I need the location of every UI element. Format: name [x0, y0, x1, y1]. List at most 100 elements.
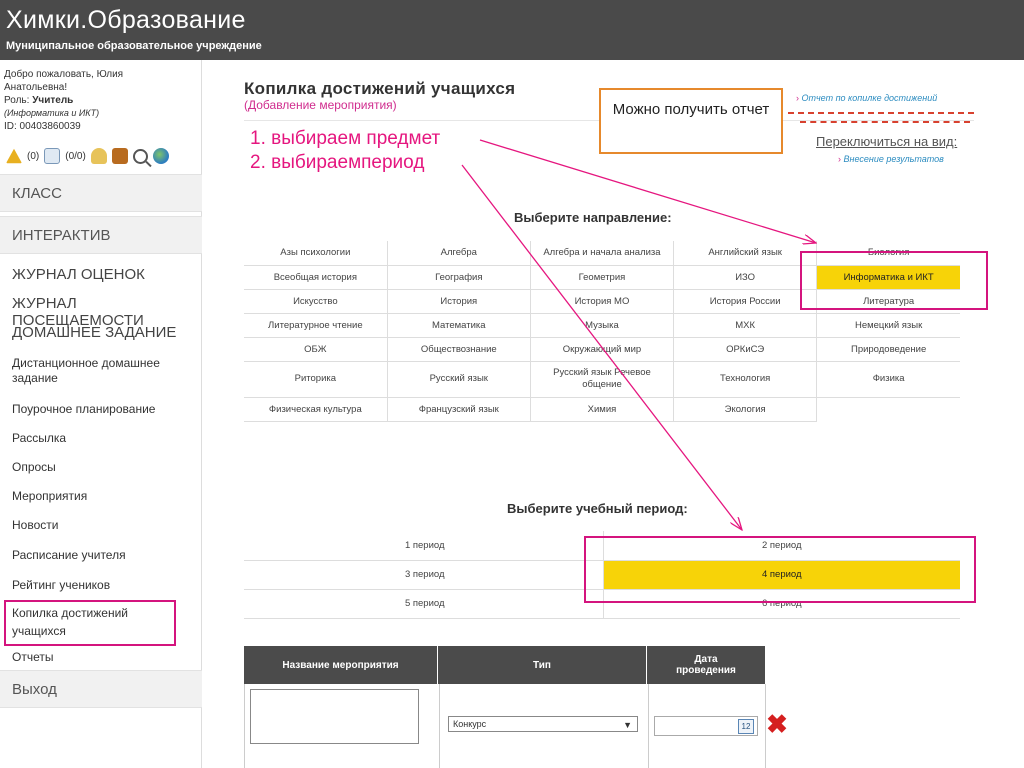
subject-option[interactable]: Азы психологии	[244, 241, 388, 266]
subjects-row: ОБЖ Обществознание Окружающий мир ОРКиСЭ При…	[244, 337, 960, 362]
subject-option[interactable]: История МО	[530, 289, 675, 314]
subject-option[interactable]: Природоведение	[816, 337, 960, 362]
menu-teacher-schedule[interactable]: Расписание учителя	[12, 548, 126, 562]
warning-icon[interactable]	[6, 148, 22, 164]
col-event-date: Дата проведения	[647, 646, 766, 684]
period-option[interactable]: 5 период	[244, 589, 604, 619]
instruction-steps: 1. выбираем предмет 2. выбираемпериод	[250, 127, 440, 175]
event-type-select[interactable]: Конкурс ▼	[448, 716, 638, 732]
subject-option[interactable]: Математика	[387, 313, 531, 338]
subject-highlight-frame	[800, 251, 988, 310]
dropdown-arrow-icon: ▼	[623, 720, 632, 730]
subject-option[interactable]: Литературное чтение	[244, 313, 388, 338]
briefcase-icon[interactable]	[111, 148, 128, 164]
menu-reports[interactable]: Отчеты	[12, 650, 53, 664]
search-icon[interactable]	[132, 148, 148, 164]
site-title[interactable]: Химки.Образование	[6, 6, 246, 35]
event-form-header: Название мероприятия Тип Дата проведения	[244, 646, 766, 684]
subjects-row: Литературное чтение Математика Музыка МХК Не…	[244, 313, 960, 338]
subject-option[interactable]: Алгебра	[387, 241, 531, 266]
subject-option[interactable]: Обществознание	[387, 337, 531, 362]
callout-dash-1	[788, 112, 974, 114]
mail-count: (0/0)	[65, 150, 86, 162]
menu-logout[interactable]: Выход	[0, 670, 202, 708]
menu-polls[interactable]: Опросы	[12, 460, 56, 474]
menu-class[interactable]: КЛАСС	[0, 174, 202, 212]
site-subtitle: Муниципальное образовательное учреждение	[6, 40, 262, 52]
report-callout: Можно получить отчет	[599, 88, 783, 154]
report-link[interactable]: › Отчет по копилке достижений	[796, 93, 937, 103]
role-line: Роль: Учитель	[4, 94, 194, 107]
subject-option[interactable]: Французский язык	[387, 397, 531, 422]
col-event-type: Тип	[438, 646, 647, 684]
user-info: Добро пожаловать, Юлия Анатольевна! Роль…	[4, 68, 194, 133]
role-label: Роль:	[4, 95, 30, 106]
mail-icon[interactable]	[44, 148, 61, 164]
globe-icon[interactable]	[152, 148, 169, 164]
page: Химки.Образование Муниципальное образова…	[0, 0, 1024, 768]
menu-student-rating[interactable]: Рейтинг учеников	[12, 578, 110, 592]
subject-option[interactable]: Окружающий мир	[530, 337, 675, 362]
subjects-row: Физическая культура Французский язык Химия…	[244, 397, 960, 422]
subject-option[interactable]: Всеобщая история	[244, 265, 388, 290]
event-type-value: Конкурс	[453, 719, 487, 729]
menu-lesson-planning[interactable]: Поурочное планирование	[12, 402, 155, 416]
subject-option[interactable]: История России	[673, 289, 818, 314]
enter-results-link[interactable]: › Внесение результатов	[838, 154, 944, 164]
subject-option[interactable]: ОБЖ	[244, 337, 388, 362]
user-id: ID: 00403860039	[4, 121, 81, 132]
icon-toolbar: (0) (0/0)	[6, 146, 169, 166]
teacher-icon[interactable]	[90, 148, 107, 164]
subjects-row: Риторика Русский язык Русский язык Речевое…	[244, 361, 960, 398]
subject-option[interactable]: ОРКиСЭ	[673, 337, 818, 362]
menu-events[interactable]: Мероприятия	[12, 489, 87, 503]
event-name-input[interactable]	[250, 689, 419, 744]
subjects-heading: Выберите направление:	[514, 210, 672, 225]
subject-option[interactable]: Риторика	[244, 361, 388, 398]
subject-option[interactable]: Музыка	[530, 313, 675, 338]
step-2: 2. выбираемпериод	[250, 152, 425, 173]
subject-option[interactable]: Алгебра и начала анализа	[530, 241, 675, 266]
subject-option[interactable]: Геометрия	[530, 265, 675, 290]
menu-news[interactable]: Новости	[12, 518, 58, 532]
menu-remote-homework[interactable]: Дистанционное домашнее задание	[12, 356, 188, 386]
top-header: Химки.Образование Муниципальное образова…	[0, 0, 1024, 60]
subject-option[interactable]: География	[387, 265, 531, 290]
callout-dash-2	[800, 121, 970, 123]
col-event-name: Название мероприятия	[244, 646, 438, 684]
form-divider	[439, 684, 440, 768]
menu-homework[interactable]: ДОМАШНЕЕ ЗАДАНИЕ	[12, 324, 176, 341]
delete-icon[interactable]: ✖	[765, 711, 789, 737]
period-option[interactable]: 3 период	[244, 560, 604, 590]
arrow-to-subject	[479, 139, 816, 243]
subject-option[interactable]: Химия	[530, 397, 675, 422]
subject-option[interactable]: Русский язык Речевое общение	[530, 361, 675, 398]
menu-achievements[interactable]: Копилка достижений учащихся	[4, 600, 176, 646]
greeting-line1: Добро пожаловать, Юлия	[4, 69, 124, 80]
subject-option[interactable]: ИЗО	[673, 265, 818, 290]
calendar-icon[interactable]: 12	[738, 719, 754, 734]
greeting-line2: Анатольевна!	[4, 82, 68, 93]
period-option[interactable]: 1 период	[244, 531, 604, 561]
menu-grades-journal[interactable]: ЖУРНАЛ ОЦЕНОК	[12, 266, 145, 283]
subject-option[interactable]: Английский язык	[673, 241, 818, 266]
menu-mailing[interactable]: Рассылка	[12, 431, 66, 445]
page-subtitle: (Добавление мероприятия)	[244, 98, 397, 112]
subject-option[interactable]: Искусство	[244, 289, 388, 314]
chevron-right-icon: ›	[838, 154, 841, 164]
switch-view-label[interactable]: Переключиться на вид:	[816, 134, 957, 149]
subject-option[interactable]: Экология	[673, 397, 818, 422]
subject-option[interactable]: Русский язык	[387, 361, 531, 398]
sidebar: Добро пожаловать, Юлия Анатольевна! Роль…	[0, 60, 202, 768]
menu-interactive[interactable]: ИНТЕРАКТИВ	[0, 216, 202, 254]
subject-option[interactable]: Физика	[816, 361, 960, 398]
subject-option[interactable]: МХК	[673, 313, 818, 338]
enter-results-label: Внесение результатов	[843, 154, 944, 164]
empty-cell	[817, 397, 960, 421]
subject-option[interactable]: Физическая культура	[244, 397, 388, 422]
subject-option[interactable]: История	[387, 289, 531, 314]
period-highlight-frame	[584, 536, 976, 603]
subject-option[interactable]: Технология	[673, 361, 818, 398]
subject-option[interactable]: Немецкий язык	[816, 313, 960, 338]
step-1: 1. выбираем предмет	[250, 128, 441, 149]
